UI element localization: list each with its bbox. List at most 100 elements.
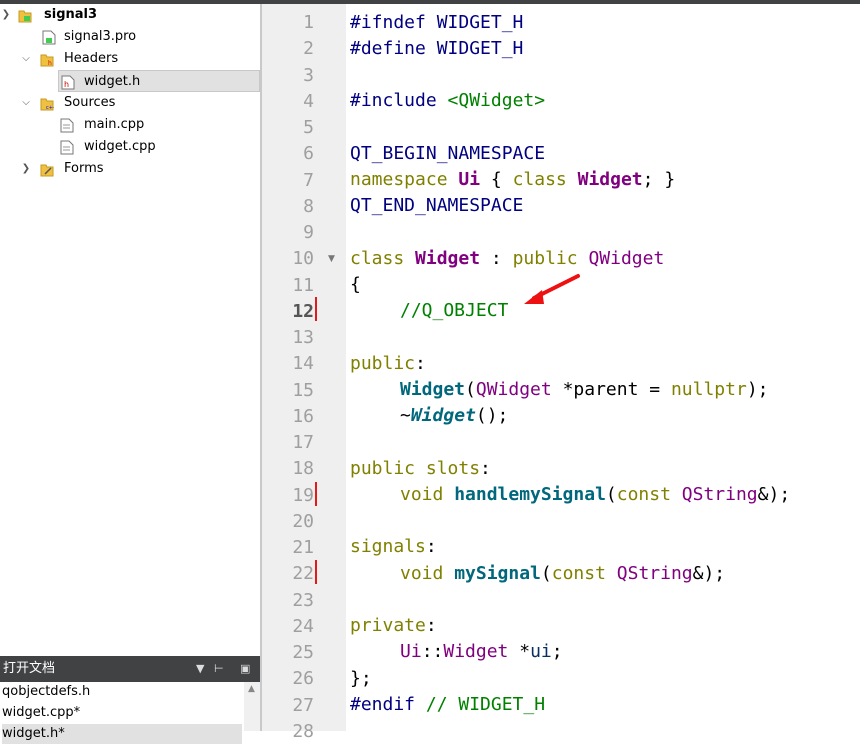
tree-item-main-cpp[interactable]: main.cpp [0,114,260,136]
open-document-item-current[interactable]: widget.h* [2,724,242,744]
split-view-icon[interactable]: ⊢ [214,656,224,682]
folder-icon: c++ [40,98,54,111]
tree-item-sources[interactable]: ⌵ c++ Sources [0,92,260,114]
code-token: : [425,615,437,636]
forms-folder-label: Forms [64,161,104,176]
code-token: ~ [400,405,411,426]
code-token: : [415,353,426,374]
code-line-12: //Q_OBJECT [400,298,508,324]
code-token: // WIDGET_H [425,694,546,715]
code-token: }; [350,668,372,689]
line-number: 16 [292,405,314,427]
line-number: 4 [303,90,314,112]
code-token: ui [530,641,552,662]
code-token: Widget [577,169,643,190]
code-token: : [480,248,513,269]
open-documents-list: qobjectdefs.h widget.cpp* widget.h* [0,682,244,744]
code-token: Widget [410,405,476,426]
svg-text:c++: c++ [46,105,54,111]
code-token: Ui [458,169,481,190]
code-line-2: #define WIDGET_H [350,36,523,62]
fold-arrow-icon[interactable]: ▼ [328,246,335,272]
code-token: class [350,248,416,269]
line-number: 3 [303,64,314,86]
chevron-down-icon[interactable]: ⌵ [20,92,32,114]
code-token: nullptr [670,379,747,400]
code-token: class [512,169,578,190]
line-number: 20 [292,510,314,532]
line-number: 26 [292,668,314,690]
code-token: QT_END_NAMESPACE [350,195,524,216]
line-number: 7 [303,169,314,191]
code-token: #include [350,90,448,111]
code-token: Widget [443,641,509,662]
open-document-item[interactable]: widget.cpp* [2,703,80,723]
code-line-26: }; [350,666,372,692]
line-number: 6 [303,143,314,165]
tree-item-widget-h[interactable]: h widget.h [58,70,260,92]
code-token: ( [540,563,552,584]
tree-item-widget-cpp[interactable]: widget.cpp [0,136,260,158]
line-number: 11 [292,274,314,296]
code-token: ( [605,484,617,505]
chevron-right-icon[interactable]: ❯ [20,158,32,180]
code-token: <QWidget> [447,90,546,111]
open-document-item[interactable]: qobjectdefs.h [2,682,90,702]
sources-folder-label: Sources [64,95,116,110]
code-line-7: namespace Ui { class Widget; } [350,167,675,193]
line-number: 27 [292,694,314,716]
code-line-16: ~Widget(); [400,403,508,429]
code-token: namespace [350,169,459,190]
code-line-11: { [350,272,361,298]
folder-icon: h [40,54,54,67]
tree-item-forms[interactable]: ❯ Forms [0,158,260,180]
code-line-25: Ui::Widget *ui; [400,639,563,665]
scroll-up-icon[interactable]: ▲ [248,684,255,694]
header-file-icon: h [61,75,75,90]
open-documents-scrollbar[interactable]: ▲ [244,682,260,731]
code-line-15: Widget(QWidget *parent = nullptr); [400,377,769,403]
tree-item-headers[interactable]: ⌵ h Headers [0,48,260,70]
svg-text:h: h [64,80,69,89]
code-token: public [512,248,589,269]
code-token: *parent = [551,379,671,400]
line-number: 19 [292,484,314,506]
code-token: handlemySignal [454,484,606,505]
code-token: ; [551,641,563,662]
code-line-10: class Widget : public QWidget [350,246,664,272]
code-token: ; } [642,169,676,190]
code-line-4: #include <QWidget> [350,88,545,114]
code-token: : [425,536,437,557]
code-line-22: void mySignal(const QString&); [400,561,725,587]
code-token: :: [421,641,444,662]
chevron-down-icon[interactable]: ❯ [0,4,12,26]
red-arrow-annotation [524,274,580,304]
svg-text:h: h [48,60,52,67]
code-token: ( [465,379,476,400]
chevron-down-icon[interactable]: ⌵ [20,48,32,70]
line-number: 12 [292,300,314,322]
code-token: QString [616,563,693,584]
line-number: 28 [292,720,314,742]
code-token: (); [475,405,509,426]
close-panel-icon[interactable]: ▣ [240,656,250,682]
line-number: 5 [303,117,314,138]
line-number: 24 [292,615,314,637]
code-token: public slots [350,458,481,479]
line-number: 25 [292,642,314,663]
tree-item-pro-file[interactable]: signal3.pro [0,26,260,48]
code-line-27: #endif // WIDGET_H [350,692,545,718]
code-token: public [350,353,416,374]
code-token: : [480,458,491,479]
project-name: signal3 [44,7,98,22]
source-file-label: widget.cpp [84,139,156,154]
code-line-18: public slots: [350,456,491,482]
pro-file-label: signal3.pro [64,29,137,44]
code-token: Ui [400,641,422,662]
code-token: QString [681,484,758,505]
dropdown-arrow-icon[interactable]: ▼ [196,656,204,682]
line-number: 22 [292,563,314,585]
line-number: 13 [292,327,314,348]
tree-item-project[interactable]: ❯ signal3 [0,4,260,26]
code-token: const [616,484,682,505]
